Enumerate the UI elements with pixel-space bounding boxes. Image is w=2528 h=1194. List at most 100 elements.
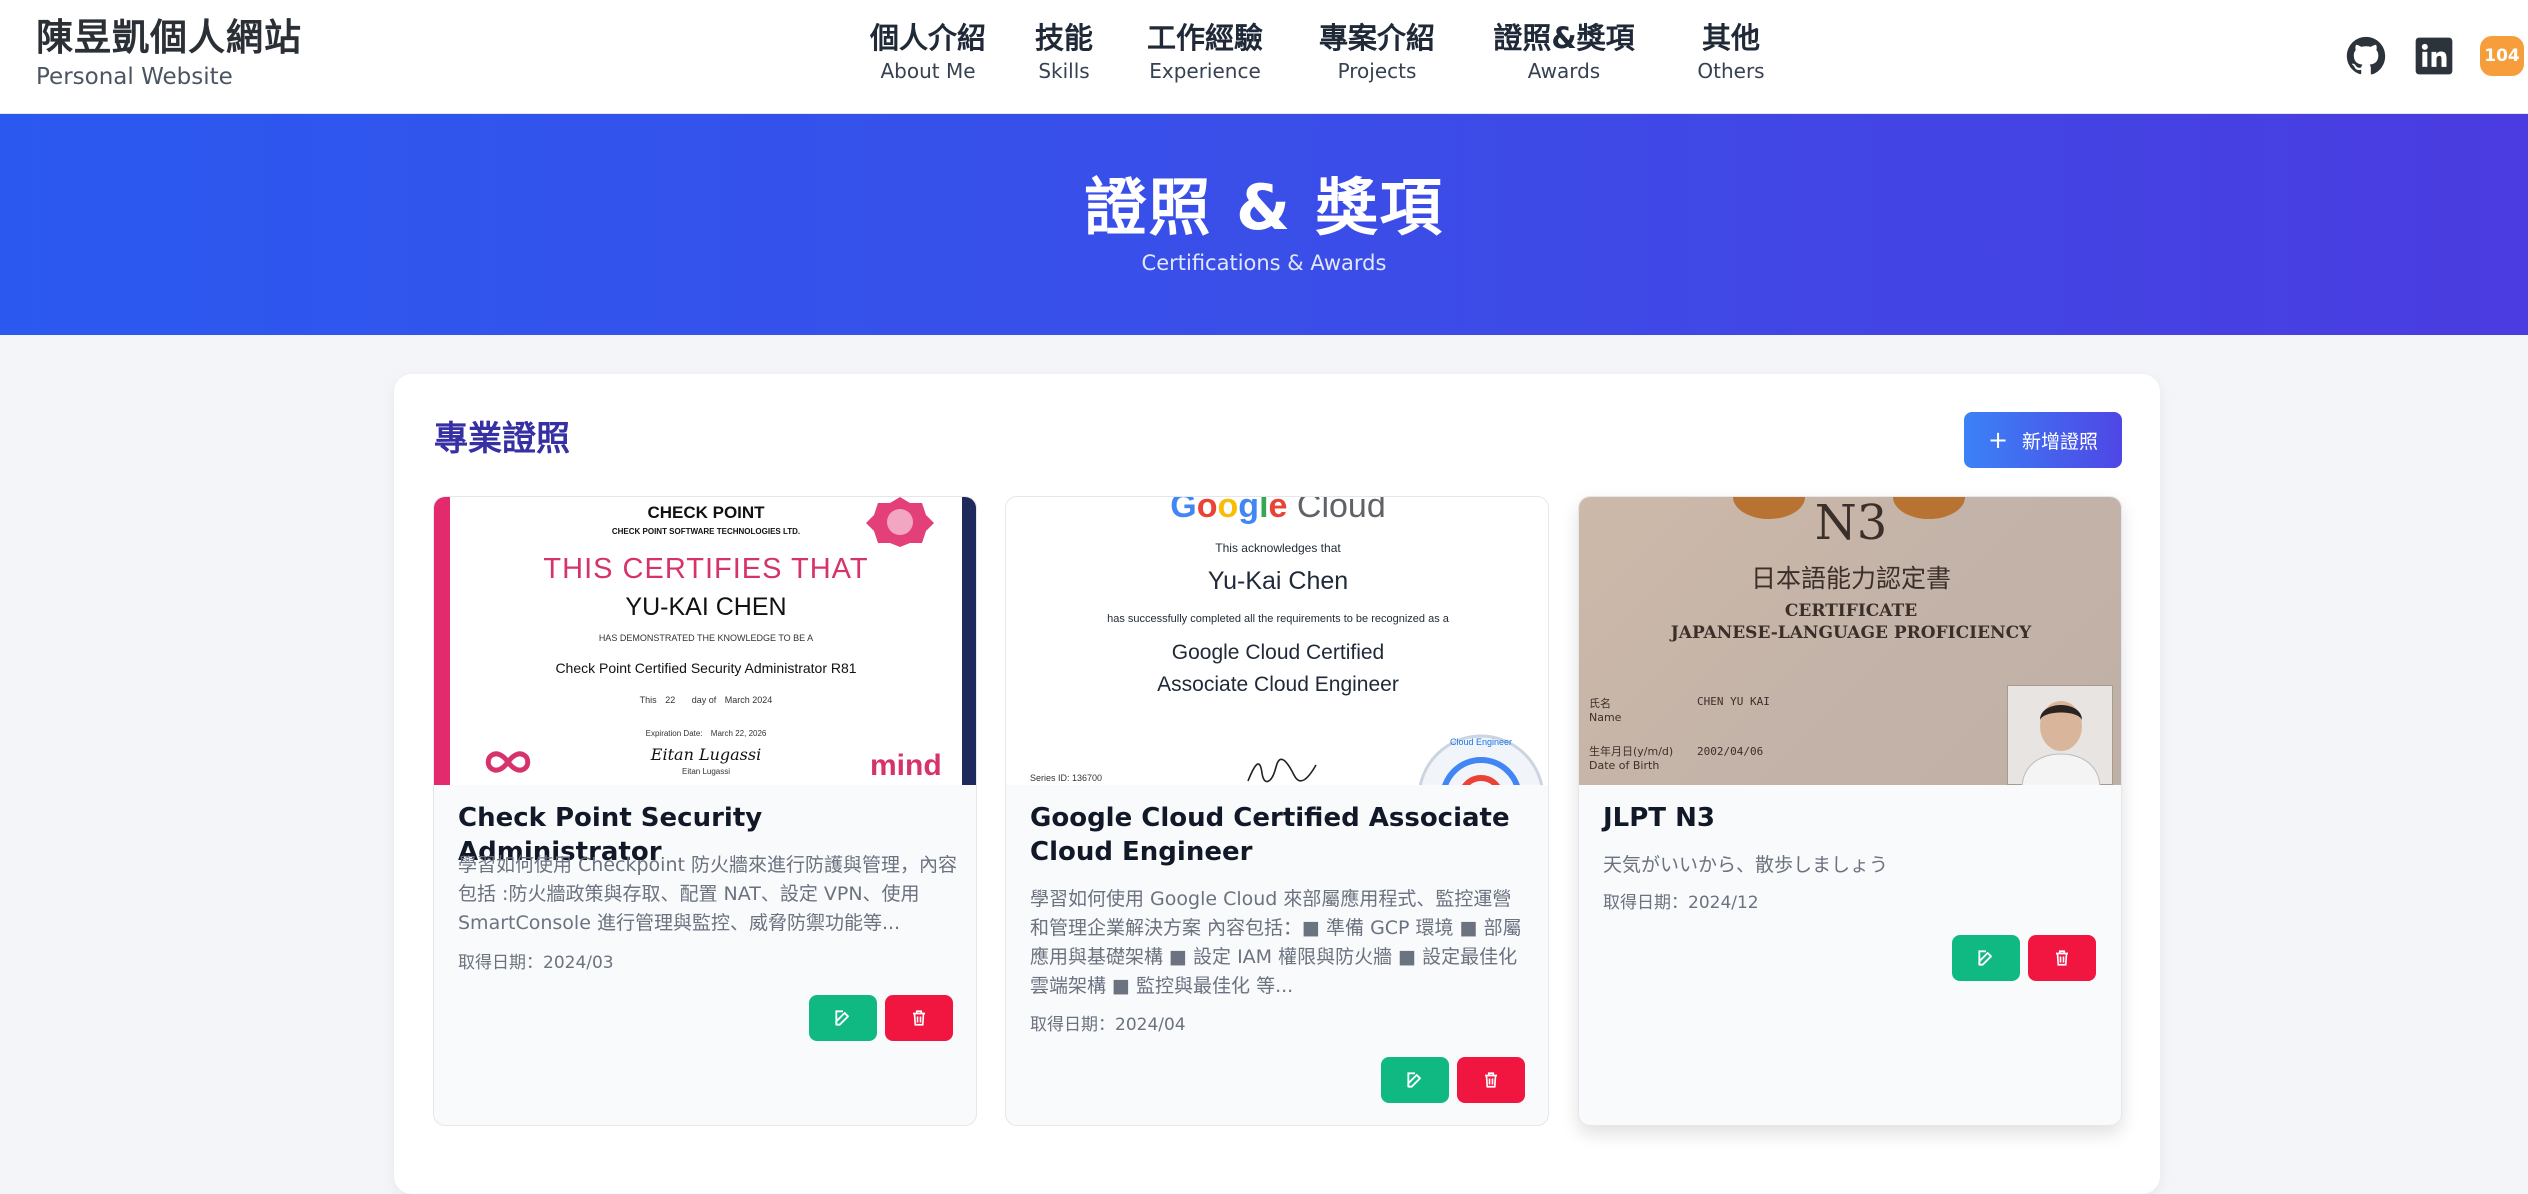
card-description: 天気がいいから、散歩しましょう (1603, 854, 1889, 876)
certificate-brand: CHECK POINT (647, 503, 765, 522)
nav-item-about[interactable]: 個人介紹 About Me (858, 18, 998, 84)
certificate-acknowledges: This acknowledges that (1215, 541, 1341, 555)
trash-icon (1485, 1072, 1497, 1088)
nav-label-cn: 專案介紹 (1318, 21, 1435, 55)
name-label-en: Name (1589, 711, 1622, 724)
nav-item-others[interactable]: 其他 Others (1676, 18, 1786, 84)
jlpt-title-en2: JAPANESE-LANGUAGE PROFICIENCY (1670, 623, 2032, 643)
holder-name: CHEN YU KAI (1697, 695, 1770, 708)
jlpt-title-en1: CERTIFICATE (1784, 601, 1918, 621)
infinity-logo-icon (485, 751, 531, 773)
certificate-name-line2: Associate Cloud Engineer (1157, 673, 1399, 696)
certificate-card[interactable]: CHECK POINT CHECK POINT SOFTWARE TECHNOL… (433, 496, 977, 1126)
nav-item-awards[interactable]: 證照&獎項 Awards (1474, 18, 1654, 84)
nav-label-cn: 工作經驗 (1146, 21, 1263, 55)
page-title: 證照 & 獎項 (1084, 171, 1444, 244)
certificate-statement: HAS DEMONSTRATED THE KNOWLEDGE TO BE A (598, 633, 814, 643)
issue-day-prefix: This (639, 695, 657, 705)
edit-button[interactable] (1952, 935, 2020, 981)
site-subtitle: Personal Website (36, 64, 233, 90)
certifications-panel: 專業證照 + 新增證照 CHECK POINT CHECK POINT SOFT… (394, 374, 2160, 1194)
certificate-expiration: Expiration Date: March 22, 2026 (434, 729, 976, 738)
nav-label-cn: 其他 (1701, 21, 1760, 55)
nav-label-en: Awards (1527, 59, 1601, 83)
brand[interactable]: 陳昱凱個人網站 Personal Website (36, 16, 302, 92)
expiration-date: March 22, 2026 (710, 729, 767, 738)
nav-item-experience[interactable]: 工作經驗 Experience (1130, 18, 1280, 84)
certificate-card[interactable]: N3 日本語能力認定書 CERTIFICATE JAPANESE-LANGUAG… (1578, 496, 2122, 1126)
google-cloud-logo: Google Cloud (1006, 497, 1548, 526)
mind-logo: mind (870, 749, 942, 782)
name-label-jp: 氏名 (1589, 697, 1611, 710)
nav-label-en: Skills (1038, 59, 1090, 83)
card-description: 學習如何使用 Google Cloud 來部屬應用程式、監控運營和管理企業解決方… (1030, 888, 1522, 997)
page-subtitle: Certifications & Awards (1141, 251, 1387, 275)
issue-day-mid: day of (691, 695, 717, 705)
trash-icon (913, 1010, 925, 1026)
card-date: 取得日期：2024/03 (458, 953, 614, 973)
certificate-image[interactable]: N3 日本語能力認定書 CERTIFICATE JAPANESE-LANGUAG… (1579, 497, 2121, 785)
issue-day: 22 (665, 695, 676, 705)
add-certificate-label: 新增證照 (2022, 430, 2099, 453)
dob-label-jp: 生年月日(y/m/d) (1589, 745, 1674, 758)
photo (2007, 685, 2113, 785)
nav-label-en: About Me (880, 59, 976, 83)
signature-icon (1247, 758, 1317, 783)
delete-button[interactable] (885, 995, 953, 1041)
issue-month: March 2024 (724, 695, 773, 705)
nav-label-cn: 個人介紹 (869, 21, 986, 55)
nav-label-cn: 證照&獎項 (1493, 21, 1635, 55)
certificate-holder-name: YU-KAI CHEN (625, 593, 787, 621)
nav-item-skills[interactable]: 技能 Skills (1020, 18, 1108, 84)
jlpt-level: N3 (1814, 497, 1888, 551)
certificate-holder-name: Yu-Kai Chen (1207, 567, 1349, 595)
card-date: 取得日期：2024/12 (1603, 893, 1759, 913)
edit-icon (1407, 1072, 1421, 1088)
hero-banner: 證照 & 獎項 Certifications & Awards (0, 114, 2528, 335)
delete-button[interactable] (2028, 935, 2096, 981)
nav-label-en: Others (1697, 59, 1765, 83)
job-bank-104-icon[interactable]: 104 (2480, 36, 2524, 76)
linkedin-icon[interactable] (2414, 36, 2454, 76)
nav-label-en: Experience (1149, 59, 1261, 83)
seal-label: Cloud Engineer (1449, 737, 1513, 747)
github-icon[interactable] (2346, 36, 2386, 76)
holder-dob: 2002/04/06 (1697, 745, 1764, 758)
nav-label-en: Projects (1337, 59, 1417, 83)
delete-button[interactable] (1457, 1057, 1525, 1103)
edit-icon (1978, 950, 1992, 966)
add-certificate-button[interactable]: + 新增證照 (1964, 412, 2122, 468)
main-nav: 個人介紹 About Me 技能 Skills 工作經驗 Experience … (858, 18, 1786, 84)
card-description: 學習如何使用 Checkpoint 防火牆來進行防護與管理，內容包括 :防火牆政… (458, 854, 957, 934)
edit-icon (835, 1010, 849, 1026)
dob-label-en: Date of Birth (1589, 759, 1660, 772)
google-cloud-word: Cloud (1296, 497, 1386, 525)
card-date: 取得日期：2024/04 (1030, 1015, 1186, 1035)
name-label: 氏名 Name (1589, 695, 1621, 724)
certificate-company: CHECK POINT SOFTWARE TECHNOLOGIES LTD. (611, 527, 801, 536)
site-title: 陳昱凱個人網站 (36, 16, 302, 59)
plus-icon: + (1987, 426, 2009, 454)
dob-label: 生年月日(y/m/d) Date of Birth (1589, 743, 1673, 772)
nav-label-cn: 技能 (1034, 21, 1093, 55)
certificate-name: Check Point Certified Security Administr… (555, 660, 857, 676)
certificate-statement: has successfully completed all the requi… (1107, 613, 1449, 625)
certificate-image[interactable]: Google Cloud This acknowledges that Yu-K… (1006, 497, 1548, 785)
trash-icon (2056, 950, 2068, 966)
certificate-image[interactable]: CHECK POINT CHECK POINT SOFTWARE TECHNOL… (434, 497, 976, 785)
certificate-name-line1: Google Cloud Certified (1171, 641, 1385, 664)
certificate-headline: THIS CERTIFIES THAT (543, 553, 869, 585)
jlpt-title-jp: 日本語能力認定書 (1750, 564, 1951, 593)
certificate-card[interactable]: Google Cloud This acknowledges that Yu-K… (1005, 496, 1549, 1126)
card-title: Google Cloud Certified Associate Cloud E… (1030, 803, 1510, 867)
card-title: JLPT N3 (1603, 803, 1715, 833)
top-navbar: 陳昱凱個人網站 Personal Website 個人介紹 About Me 技… (0, 0, 2528, 114)
certificate-issue-date: This 22 day of March 2024 (434, 695, 976, 705)
expiration-label: Expiration Date: (645, 729, 703, 738)
nav-item-projects[interactable]: 專案介紹 Projects (1302, 18, 1452, 84)
section-title: 專業證照 (434, 419, 570, 459)
certificate-series-id: Series ID: 136700 (1030, 773, 1103, 783)
edit-button[interactable] (809, 995, 877, 1041)
person-photo-icon (2021, 701, 2101, 785)
edit-button[interactable] (1381, 1057, 1449, 1103)
